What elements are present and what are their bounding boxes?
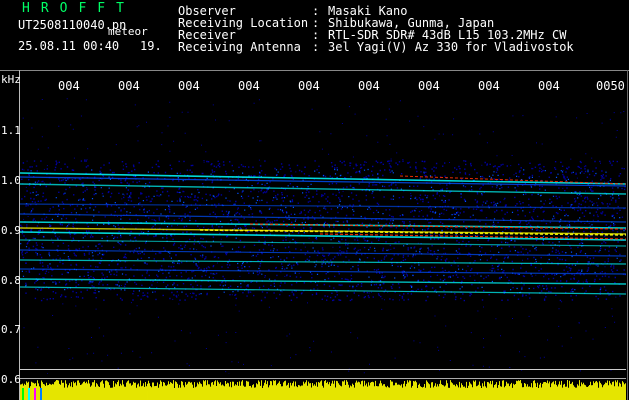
x-tick-label: 004 — [238, 79, 260, 93]
signal-trace — [20, 239, 626, 247]
file-suffix: meteor — [108, 25, 148, 38]
row-separator: : — [312, 40, 320, 54]
antenna-label: Receiving Antenna — [178, 40, 301, 54]
x-tick-label: 004 — [358, 79, 380, 93]
level-marker — [40, 388, 42, 400]
level-marker — [22, 388, 24, 400]
x-tick-label: 004 — [118, 79, 140, 93]
plot-baseline — [20, 369, 626, 370]
x-tick-label: 004 — [538, 79, 560, 93]
signal-trace — [20, 278, 626, 285]
plot-frame-right — [627, 70, 628, 400]
signal-trace — [20, 221, 626, 229]
x-tick-label: 004 — [478, 79, 500, 93]
level-marker — [28, 388, 30, 400]
signal-level-strip — [20, 380, 626, 400]
y-tick-label: 0.6 — [1, 373, 21, 386]
x-tick-label: 0050 — [596, 79, 625, 93]
x-tick-label: 004 — [418, 79, 440, 93]
x-tick-label: 004 — [178, 79, 200, 93]
signal-trace — [20, 286, 626, 295]
y-tick-label: 1.1 — [1, 124, 21, 137]
x-tick-label: 004 — [58, 79, 80, 93]
sample-number: 19. — [140, 39, 162, 53]
y-tick-label: 1.0 — [1, 174, 21, 187]
level-bars — [20, 380, 626, 400]
level-marker — [34, 388, 36, 400]
plot-frame-top — [0, 70, 629, 71]
y-tick-label: 0.8 — [1, 274, 21, 287]
capture-datetime: 25.08.11 00:40 — [18, 39, 120, 53]
app-title: HROFFT — [22, 1, 135, 16]
y-tick-label: 0.7 — [1, 323, 21, 336]
y-axis-unit: kHz — [1, 73, 21, 86]
x-tick-label: 004 — [298, 79, 320, 93]
y-tick-label: 0.9 — [1, 224, 21, 237]
spectrogram-plot — [20, 98, 626, 374]
antenna-value: 3el Yagi(V) Az 330 for Vladivostok — [328, 40, 574, 54]
signal-trace — [20, 213, 626, 223]
